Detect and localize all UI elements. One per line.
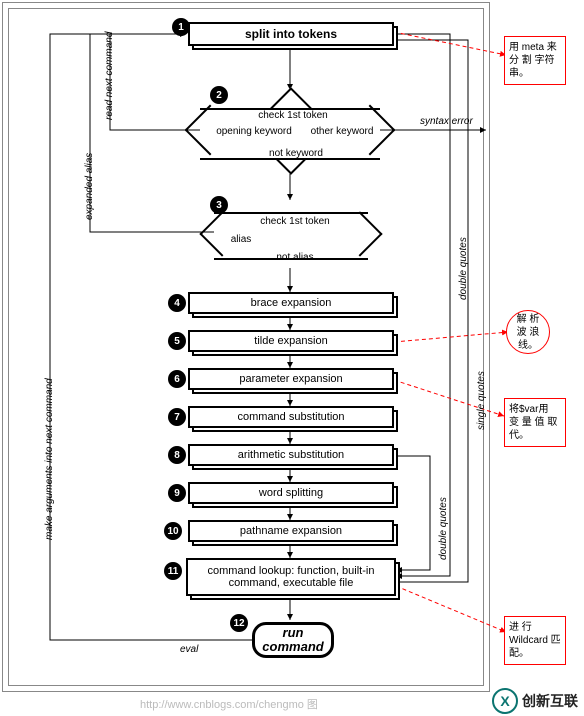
step-marker-12: 12	[230, 614, 248, 632]
node-command-substitution: command substitution	[188, 406, 394, 428]
step-marker-8: 8	[168, 446, 186, 464]
node-label: command substitution	[238, 411, 345, 423]
node-label: command lookup: function, built-in comma…	[194, 565, 388, 589]
label-syntax-error: syntax error	[420, 116, 473, 127]
node-brace-expansion: brace expansion	[188, 292, 394, 314]
side-label-expanded-alias: expanded alias	[84, 153, 95, 220]
step-marker-11: 11	[164, 562, 182, 580]
node-split-into-tokens: split into tokens	[188, 22, 394, 46]
annotation-meta-split: 用 meta 来 分 割 字符串。	[504, 36, 566, 85]
annotation-wildcard: 进 行 Wildcard 匹配。	[504, 616, 566, 665]
run-label-2: command	[262, 640, 323, 654]
node-parameter-expansion: parameter expansion	[188, 368, 394, 390]
step-marker-9: 9	[168, 484, 186, 502]
step-marker-6: 6	[168, 370, 186, 388]
step-marker-2: 2	[210, 86, 228, 104]
step-marker-4: 4	[168, 294, 186, 312]
side-label-make-args: make arguments into next command	[44, 378, 55, 540]
run-label-1: run	[283, 626, 304, 640]
node-word-splitting: word splitting	[188, 482, 394, 504]
node-label: pathname expansion	[240, 525, 342, 537]
label-eval: eval	[180, 644, 198, 655]
step-marker-7: 7	[168, 408, 186, 426]
annotation-tilde: 解 析 波 浪 线。	[506, 310, 550, 354]
node-label: brace expansion	[251, 297, 332, 309]
watermark-url: http://www.cnblogs.com/chengmo 图	[140, 696, 318, 712]
logo-icon: X	[492, 688, 518, 714]
side-label-single-quotes: single quotes	[476, 371, 487, 430]
node-label: arithmetic substitution	[238, 449, 344, 461]
side-label-double-quotes-1: double quotes	[458, 237, 469, 300]
footer-logo: X 创新互联	[492, 688, 578, 714]
annotation-var: 将$var用 变 量 值 取代。	[504, 398, 566, 447]
node-command-lookup: command lookup: function, built-in comma…	[186, 558, 396, 596]
node-label: word splitting	[259, 487, 323, 499]
step-marker-10: 10	[164, 522, 182, 540]
side-label-double-quotes-2: double quotes	[438, 497, 449, 560]
annotation-text: 将$var用 变 量 值 取代。	[509, 404, 557, 441]
node-pathname-expansion: pathname expansion	[188, 520, 394, 542]
annotation-text: 解 析 波 浪 线。	[511, 313, 545, 352]
node-label: parameter expansion	[239, 373, 342, 385]
logo-text: 创新互联	[522, 691, 578, 711]
step-marker-5: 5	[168, 332, 186, 350]
node-run-command: run command	[252, 622, 334, 658]
node-tilde-expansion: tilde expansion	[188, 330, 394, 352]
node-label: tilde expansion	[254, 335, 327, 347]
annotation-text: 进 行 Wildcard 匹配。	[509, 622, 561, 659]
side-label-read-next: read next command	[104, 32, 115, 120]
node-label: split into tokens	[245, 27, 337, 41]
node-arithmetic-substitution: arithmetic substitution	[188, 444, 394, 466]
annotation-text: 用 meta 来 分 割 字符串。	[509, 42, 557, 79]
